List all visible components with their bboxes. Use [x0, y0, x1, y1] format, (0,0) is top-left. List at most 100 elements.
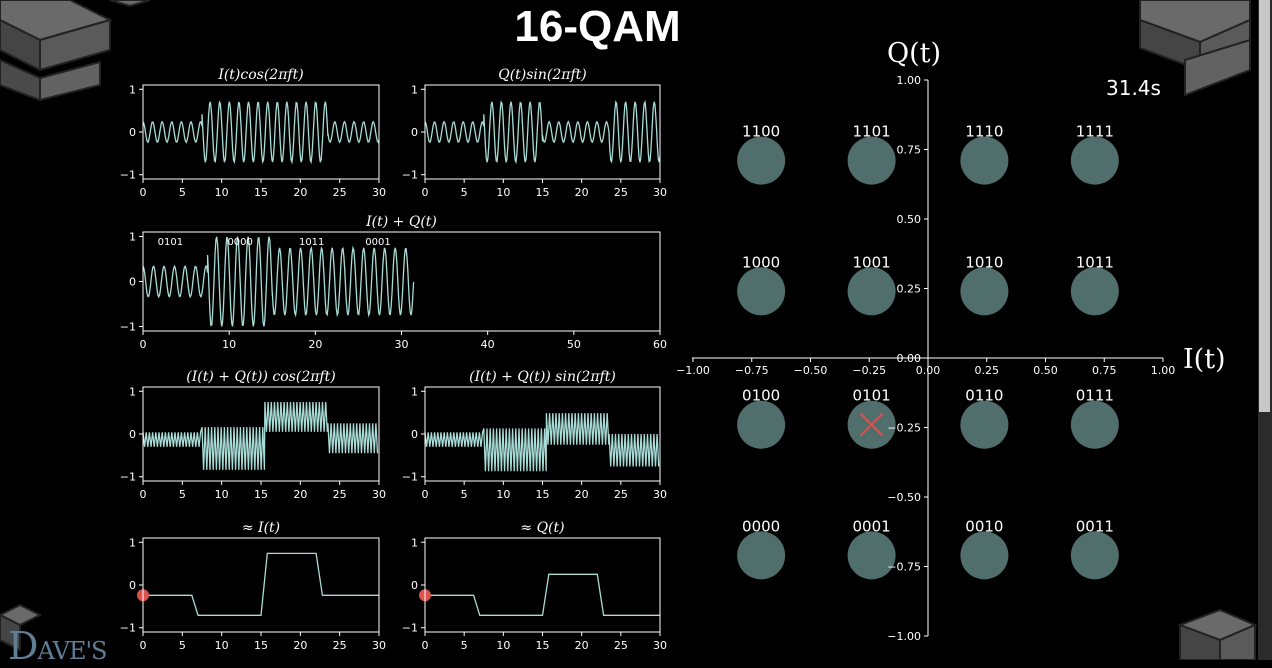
p6-xtick-label-3: 15 [254, 639, 268, 652]
constellation-label-1000: 1000 [742, 253, 780, 271]
p2-series-0 [424, 99, 661, 165]
constellation-label-1010: 1010 [965, 253, 1003, 271]
p2-xtick-label-2: 10 [496, 186, 510, 199]
constellation-xtick-label-3: −0.25 [852, 364, 886, 377]
p2-xtick-label-1: 5 [461, 186, 468, 199]
constellation-point-1101 [847, 136, 896, 185]
p6-frame [142, 537, 380, 633]
constellation-point-0011 [1070, 531, 1119, 580]
p4-title: (I(t) + Q(t)) cos(2πft) [186, 369, 335, 385]
p3-ytick-label-2: 1 [129, 231, 136, 244]
p1-xtick-label-0: 0 [140, 186, 147, 199]
constellation-point-0000 [737, 531, 786, 580]
constellation-point-0010 [960, 531, 1009, 580]
constellation-point-1111 [1070, 136, 1119, 185]
constellation-label-1100: 1100 [742, 123, 780, 141]
p5-ytick-label-0: −1 [402, 471, 418, 484]
constellation-ytick-label-0: 1.00 [897, 74, 922, 87]
p2-title: Q(t)sin(2πft) [498, 67, 587, 83]
p4-ytick-label-0: −1 [120, 471, 136, 484]
constellation-point-0110 [960, 400, 1009, 449]
p1-ytick-label-1: 0 [129, 126, 136, 139]
constellation-xtick-label-7: 0.75 [1092, 364, 1117, 377]
p1-title: I(t)cos(2πft) [217, 67, 303, 83]
constellation-xtick-label-6: 0.50 [1033, 364, 1058, 377]
constellation-xtick-label-0: −1.00 [676, 364, 710, 377]
constellation-label-0110: 0110 [965, 387, 1003, 405]
p6-ytick-label-0: −1 [120, 622, 136, 635]
p2-xtick-label-6: 30 [653, 186, 667, 199]
p5-series-0 [424, 413, 660, 472]
p3-ytick-label-0: −1 [120, 321, 136, 334]
constellation-xtick-label-4: 0.00 [916, 364, 941, 377]
p6-xtick-label-6: 30 [372, 639, 386, 652]
p7-xtick-label-2: 10 [496, 639, 510, 652]
constellation-point-1100 [737, 136, 786, 185]
p6-xtick-label-4: 20 [293, 639, 307, 652]
p3-title: I(t) + Q(t) [365, 214, 437, 230]
p1-ytick-label-0: −1 [120, 169, 136, 182]
constellation-ytick-label-1: 0.75 [897, 144, 922, 157]
constellation-point-1110 [960, 136, 1009, 185]
p7-ytick-label-0: −1 [402, 622, 418, 635]
constellation-point-1001 [847, 267, 896, 316]
p2-plot: Q(t)sin(2πft) 0 5 10 15 20 25 30 −1 0 1 [402, 67, 667, 199]
p7-series-0 [425, 573, 660, 616]
p1-xtick-label-1: 5 [179, 186, 186, 199]
p2-xtick-label-4: 20 [575, 186, 589, 199]
constellation-label-1011: 1011 [1076, 253, 1114, 271]
p6-xtick-label-0: 0 [140, 639, 147, 652]
constellation-point-0111 [1070, 400, 1119, 449]
constellation-ytick-label-2: 0.50 [897, 213, 922, 226]
p7-ytick-label-1: 0 [411, 579, 418, 592]
p6-ytick-label-2: 1 [129, 536, 136, 549]
constellation-point-1000 [737, 267, 786, 316]
constellation-ytick-label-5: −0.25 [887, 422, 921, 435]
p5-xtick-label-3: 15 [536, 488, 550, 501]
p1-xtick-label-3: 15 [254, 186, 268, 199]
p5-plot: (I(t) + Q(t)) sin(2πft) 0 5 10 15 20 25 30 −1 0 1 [402, 369, 667, 501]
p1-xtick-label-4: 20 [293, 186, 307, 199]
constellation-label-0011: 0011 [1076, 517, 1114, 535]
scrollbar-thumb[interactable] [1259, 0, 1270, 412]
p3-xtick-label-6: 60 [653, 338, 667, 351]
p5-title: (I(t) + Q(t)) sin(2πft) [469, 369, 616, 385]
constellation-xlabel: I(t) [1183, 344, 1226, 375]
constellation-ytick-label-8: −1.00 [887, 630, 921, 643]
p1-xtick-label-5: 25 [333, 186, 347, 199]
p5-xtick-label-5: 25 [614, 488, 628, 501]
p1-series-0 [142, 100, 380, 165]
constellation-label-1111: 1111 [1076, 123, 1114, 141]
constellation-xtick-label-1: −0.75 [735, 364, 769, 377]
p5-xtick-label-1: 5 [461, 488, 468, 501]
constellation-ylabel: Q(t) [887, 38, 941, 69]
p4-xtick-label-2: 10 [215, 488, 229, 501]
constellation-plot: 1100 1101 1110 1111 1000 1001 1010 1011 0100 0101… [676, 38, 1225, 643]
p3-xtick-label-3: 30 [395, 338, 409, 351]
p7-title: ≈ Q(t) [520, 520, 564, 536]
p3-xtick-label-0: 0 [140, 338, 147, 351]
p5-xtick-label-4: 20 [575, 488, 589, 501]
p6-series-0 [143, 552, 379, 616]
figure-canvas: I(t)cos(2πft)0 5 10 15 20 25 30−101Q(t)sin(2πf… [0, 0, 1258, 660]
p3-segment-label-2: 1011 [299, 237, 324, 248]
p1-xtick-label-2: 10 [215, 186, 229, 199]
p2-ytick-label-0: −1 [402, 169, 418, 182]
constellation-xtick-label-5: 0.25 [975, 364, 1000, 377]
constellation-label-0001: 0001 [853, 517, 891, 535]
p5-ytick-label-1: 0 [411, 428, 418, 441]
constellation-ytick-label-4: 0.00 [897, 352, 922, 365]
constellation-label-1110: 1110 [965, 123, 1003, 141]
p7-xtick-label-5: 25 [614, 639, 628, 652]
p3-xtick-label-5: 50 [567, 338, 581, 351]
p4-series-0 [142, 401, 379, 470]
p5-xtick-label-2: 10 [496, 488, 510, 501]
p3-xtick-label-1: 10 [222, 338, 236, 351]
p5-xtick-label-0: 0 [422, 488, 429, 501]
p5-ytick-label-2: 1 [411, 385, 418, 398]
p7-xtick-label-6: 30 [653, 639, 667, 652]
p3-ytick-label-1: 0 [129, 276, 136, 289]
p6-xtick-label-5: 25 [333, 639, 347, 652]
p7-xtick-label-0: 0 [422, 639, 429, 652]
p4-xtick-label-6: 30 [372, 488, 386, 501]
